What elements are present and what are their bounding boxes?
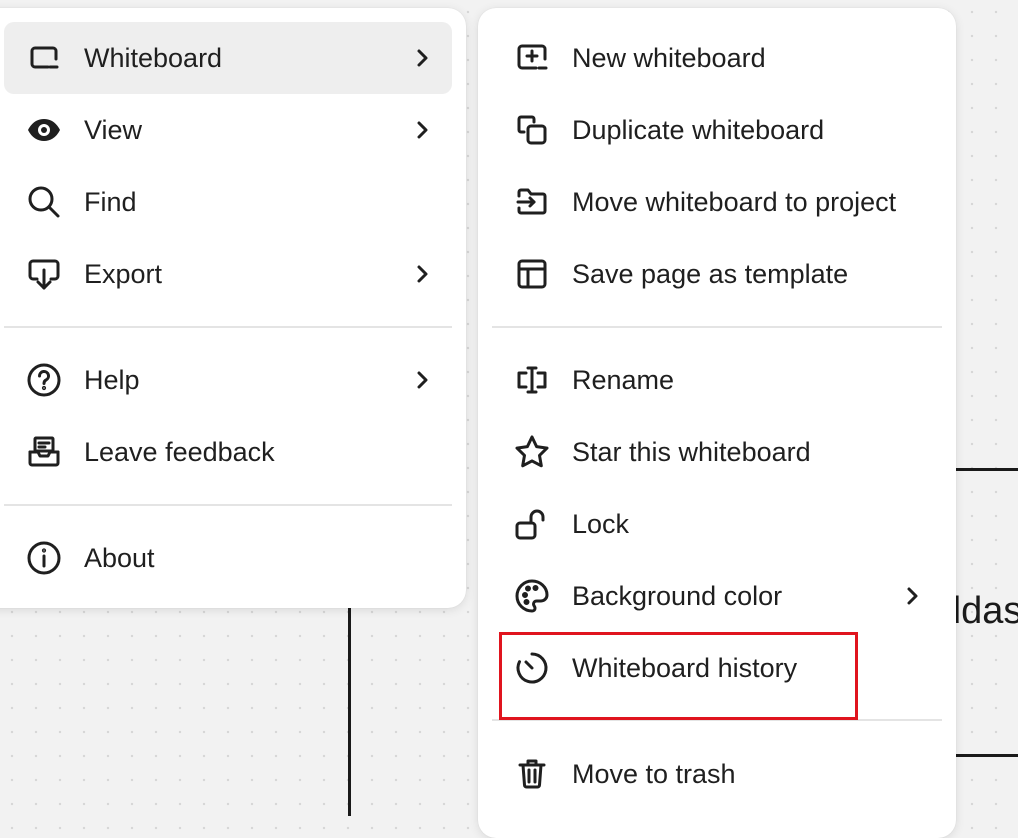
submenu-item-new-whiteboard[interactable]: New whiteboard xyxy=(492,22,942,94)
menu-item-label: Export xyxy=(84,258,163,289)
main-menu: Whiteboard View Find Export Help Leave f… xyxy=(0,8,466,608)
trash-icon xyxy=(512,754,552,794)
menu-item-label: Help xyxy=(84,364,140,395)
chevron-right-icon xyxy=(417,265,428,283)
search-icon xyxy=(24,182,64,222)
submenu-item-whiteboard-history[interactable]: Whiteboard history xyxy=(492,632,942,704)
rename-icon xyxy=(512,360,552,400)
submenu-item-label: Rename xyxy=(572,364,675,395)
submenu-item-label: Star this whiteboard xyxy=(572,436,811,467)
submenu-item-label: Background color xyxy=(572,580,783,611)
submenu-item-duplicate-whiteboard[interactable]: Duplicate whiteboard xyxy=(492,94,942,166)
menu-divider xyxy=(4,326,452,328)
chevron-right-icon xyxy=(417,49,428,67)
menu-item-label: Whiteboard xyxy=(84,42,223,73)
help-circle-icon xyxy=(24,360,64,400)
menu-item-leave-feedback[interactable]: Leave feedback xyxy=(4,416,452,488)
submenu-item-lock[interactable]: Lock xyxy=(492,488,942,560)
menu-divider xyxy=(4,504,452,506)
chevron-right-icon xyxy=(907,587,918,605)
whiteboard-icon xyxy=(24,38,64,78)
menu-item-label: Find xyxy=(84,186,137,217)
submenu-item-save-as-template[interactable]: Save page as template xyxy=(492,238,942,310)
submenu-item-background-color[interactable]: Background color xyxy=(492,560,942,632)
menu-item-whiteboard[interactable]: Whiteboard xyxy=(4,22,452,94)
canvas-shape-bottom-edge xyxy=(950,754,1018,757)
canvas-shape-vertical-line xyxy=(348,600,351,816)
submenu-divider xyxy=(492,326,942,328)
palette-icon xyxy=(512,576,552,616)
history-icon xyxy=(512,648,552,688)
info-icon xyxy=(24,538,64,578)
menu-item-label: Leave feedback xyxy=(84,436,275,467)
submenu-item-label: Move whiteboard to project xyxy=(572,186,897,217)
submenu-item-label: Duplicate whiteboard xyxy=(572,114,825,145)
submenu-item-label: Whiteboard history xyxy=(572,652,798,683)
submenu-item-move-to-project[interactable]: Move whiteboard to project xyxy=(492,166,942,238)
menu-item-label: View xyxy=(84,114,143,145)
submenu-divider xyxy=(492,719,942,721)
chevron-right-icon xyxy=(417,121,428,139)
menu-item-view[interactable]: View xyxy=(4,94,452,166)
menu-item-about[interactable]: About xyxy=(4,522,452,594)
unlock-icon xyxy=(512,504,552,544)
submenu-item-label: New whiteboard xyxy=(572,42,766,73)
duplicate-icon xyxy=(512,110,552,150)
eye-icon xyxy=(24,110,64,150)
menu-item-label: About xyxy=(84,542,155,573)
export-icon xyxy=(24,254,64,294)
submenu-item-move-to-trash[interactable]: Move to trash xyxy=(492,738,942,810)
new-whiteboard-icon xyxy=(512,38,552,78)
canvas-shape-top-edge xyxy=(950,468,1018,471)
whiteboard-submenu: New whiteboard Duplicate whiteboard Move… xyxy=(478,8,956,838)
move-to-folder-icon xyxy=(512,182,552,222)
feedback-inbox-icon xyxy=(24,432,64,472)
chevron-right-icon xyxy=(417,371,428,389)
submenu-item-star[interactable]: Star this whiteboard xyxy=(492,416,942,488)
menu-item-export[interactable]: Export xyxy=(4,238,452,310)
template-icon xyxy=(512,254,552,294)
submenu-item-label: Lock xyxy=(572,508,630,539)
submenu-item-label: Move to trash xyxy=(572,758,736,789)
star-icon xyxy=(512,432,552,472)
menu-item-help[interactable]: Help xyxy=(4,344,452,416)
submenu-item-label: Save page as template xyxy=(572,258,849,289)
submenu-item-rename[interactable]: Rename xyxy=(492,344,942,416)
menu-item-find[interactable]: Find xyxy=(4,166,452,238)
